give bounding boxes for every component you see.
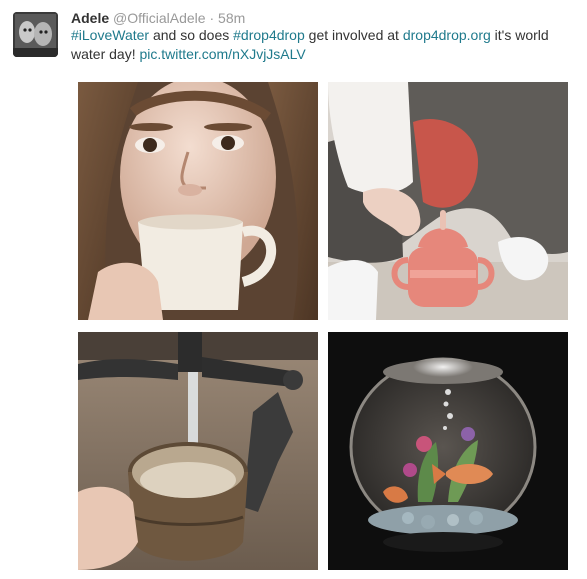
hashtag-drop4drop[interactable]: #drop4drop [233, 27, 305, 43]
tweet-text: #iLoveWater and so does #drop4drop get i… [71, 26, 571, 64]
timestamp[interactable]: 58m [218, 10, 245, 26]
tweet-header: Adele @OfficialAdele · 58m [71, 9, 245, 27]
photo-grid [78, 82, 568, 570]
tweet: Adele @OfficialAdele · 58m #iLoveWater a… [0, 0, 587, 579]
tweet-text-segment: and so does [149, 27, 234, 43]
link-drop4drop[interactable]: drop4drop.org [403, 27, 491, 43]
link-pic-twitter[interactable]: pic.twitter.com/nXJvjJsALV [139, 46, 305, 62]
author-handle[interactable]: @OfficialAdele [113, 10, 206, 26]
photo-tap-filling-pot[interactable] [78, 332, 318, 570]
photo-woman-drinking-mug[interactable] [78, 82, 318, 320]
avatar-image [13, 12, 58, 57]
avatar[interactable] [13, 12, 58, 57]
photo-fishbowl[interactable] [328, 332, 568, 570]
photo-toddler-sippy-cup[interactable] [328, 82, 568, 320]
author-name[interactable]: Adele [71, 10, 109, 26]
hashtag-ilovewater[interactable]: #iLoveWater [71, 27, 149, 43]
tweet-text-segment: get involved at [304, 27, 403, 43]
separator: · [209, 10, 215, 26]
